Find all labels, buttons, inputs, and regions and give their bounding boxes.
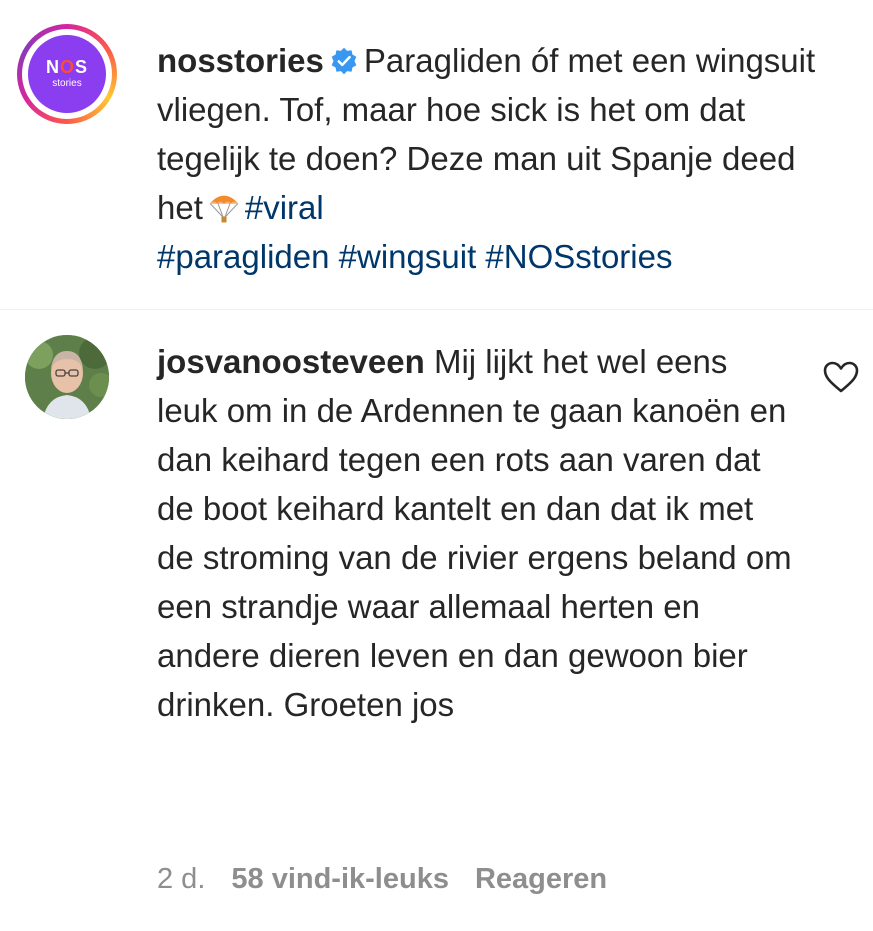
logo-text-top: NOS: [45, 57, 89, 77]
logo-text-bottom: stories: [52, 78, 82, 89]
comment-text: Mij lijkt het wel eens leuk om in de Ard…: [157, 343, 792, 723]
comment-likes[interactable]: 58 vind-ik-leuks: [231, 863, 449, 896]
comment-meta: 2 d. 58 vind-ik-leuks Reageren: [157, 863, 607, 896]
hashtag-link[interactable]: #NOSstories: [485, 238, 672, 275]
comment-time[interactable]: 2 d.: [157, 863, 205, 896]
commenter-avatar[interactable]: [25, 335, 109, 419]
parachute-emoji-icon: [209, 195, 239, 223]
hashtag-link[interactable]: #viral: [245, 189, 324, 226]
post-username[interactable]: nosstories: [157, 42, 324, 79]
post-caption: nosstories Paragliden óf met een wingsui…: [157, 36, 847, 281]
comment-username[interactable]: josvanoosteveen: [157, 343, 425, 380]
post-caption-block: NOS stories nosstories Paragliden óf met…: [0, 0, 873, 310]
avatar-border: NOS stories: [22, 29, 112, 119]
comment: josvanoosteveen Mij lijkt het wel eens l…: [0, 310, 873, 931]
story-avatar-ring[interactable]: NOS stories: [17, 24, 117, 124]
reply-button[interactable]: Reageren: [475, 863, 607, 896]
hashtag-link[interactable]: #paragliden: [157, 238, 329, 275]
hashtag-link[interactable]: #wingsuit: [339, 238, 477, 275]
nos-stories-logo: NOS stories: [28, 35, 106, 113]
comment-body: josvanoosteveen Mij lijkt het wel eens l…: [157, 337, 797, 729]
heart-outline-icon[interactable]: [822, 360, 860, 394]
verified-badge-icon: [331, 47, 357, 75]
